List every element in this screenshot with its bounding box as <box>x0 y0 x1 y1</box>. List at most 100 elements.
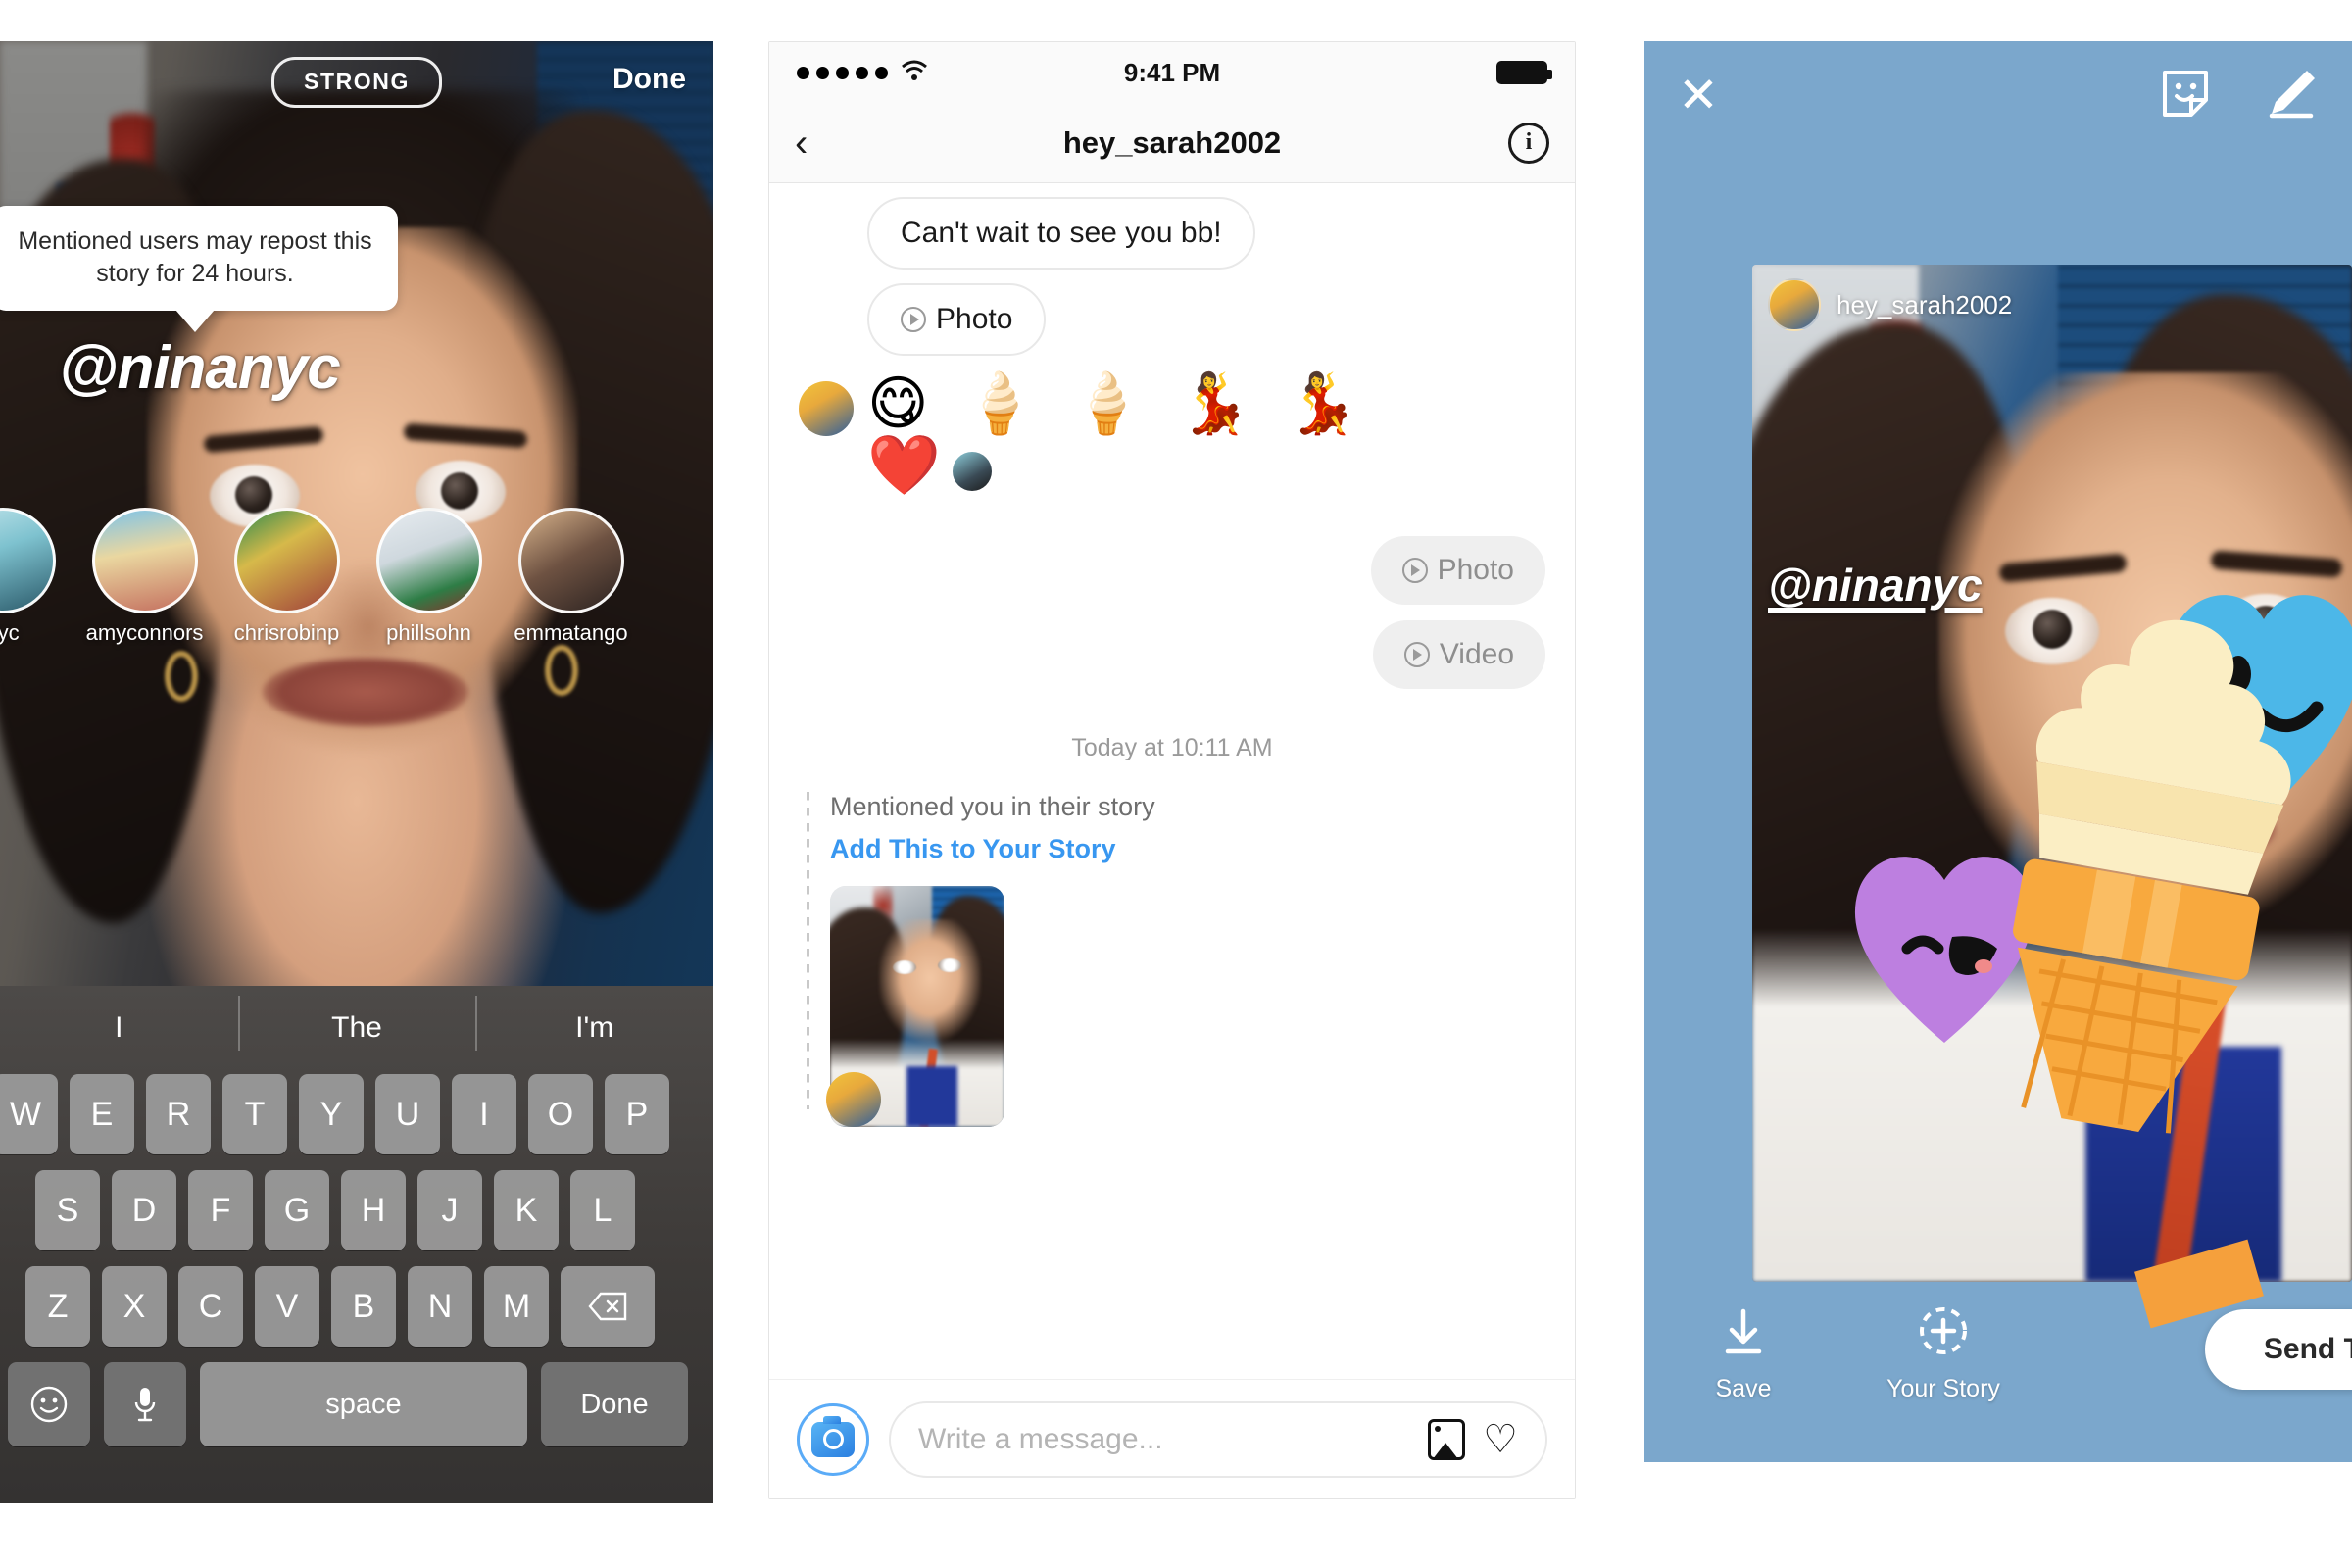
heart-icon[interactable]: ♡ <box>1483 1420 1518 1459</box>
key-g[interactable]: G <box>265 1170 329 1250</box>
thumb-eye-left <box>893 960 916 974</box>
key-z[interactable]: Z <box>25 1266 90 1347</box>
status-bar-time: 9:41 PM <box>1123 57 1221 87</box>
story-strength-badge[interactable]: STRONG <box>271 57 442 108</box>
key-y[interactable]: Y <box>299 1074 364 1154</box>
mention-sticker-text[interactable]: @ninanyc <box>1768 559 1983 612</box>
key-v[interactable]: V <box>255 1266 319 1347</box>
key-c[interactable]: C <box>178 1266 243 1347</box>
key-f[interactable]: F <box>188 1170 253 1250</box>
emoji-line-1[interactable]: 😋 🍦 🍦 💃 💃 <box>867 373 1545 435</box>
key-b[interactable]: B <box>331 1266 396 1347</box>
key-i[interactable]: I <box>452 1074 516 1154</box>
draw-pen-icon[interactable] <box>2264 67 2319 124</box>
key-o[interactable]: O <box>528 1074 593 1154</box>
message-row-outgoing: Video <box>799 620 1545 689</box>
sticker-icon[interactable] <box>2160 67 2211 124</box>
microphone-icon[interactable] <box>104 1362 186 1446</box>
mention-suggestion-row[interactable]: nyc amyconnors chrisrobinp phillsohn emm… <box>0 508 713 664</box>
message-row-outgoing: Photo <box>799 536 1545 605</box>
key-s[interactable]: S <box>35 1170 100 1250</box>
on-screen-keyboard[interactable]: I The I'm W E R T Y U I O P S D F G H J … <box>0 986 713 1503</box>
story-preview-card[interactable]: hey_sarah2002 @ninanyc <box>1752 265 2352 1282</box>
avatar <box>91 508 198 613</box>
prediction-word[interactable]: I'm <box>475 996 713 1051</box>
emoji-icon[interactable] <box>8 1362 90 1446</box>
keyboard-row-4: space Done <box>0 1362 713 1446</box>
save-button[interactable]: Save <box>1680 1303 1807 1403</box>
key-m[interactable]: M <box>484 1266 549 1347</box>
message-bubble-media[interactable]: Video <box>1372 620 1545 689</box>
message-bubble-text[interactable]: Can't wait to see you bb! <box>867 197 1255 270</box>
message-input[interactable]: Write a message... ♡ <box>889 1400 1547 1478</box>
story-done-button[interactable]: Done <box>612 63 686 96</box>
add-to-your-story-link[interactable]: Add This to Your Story <box>830 834 1155 864</box>
key-j[interactable]: J <box>417 1170 482 1250</box>
camera-icon[interactable] <box>797 1402 869 1476</box>
key-d[interactable]: D <box>112 1170 176 1250</box>
prediction-word[interactable]: I <box>0 1011 238 1045</box>
subject-pupil-right <box>441 472 478 510</box>
emoji-line-2[interactable]: ❤️ <box>867 435 1545 497</box>
mention-suggestion-item[interactable]: emmatango <box>500 508 642 646</box>
key-t[interactable]: T <box>222 1074 287 1154</box>
key-x[interactable]: X <box>102 1266 167 1347</box>
mention-suggestion-item[interactable]: nyc <box>0 508 74 646</box>
mention-suggestion-item[interactable]: amyconnors <box>74 508 216 646</box>
close-icon[interactable]: ✕ <box>1678 71 1719 120</box>
avatar <box>826 1072 881 1127</box>
keyboard-row-3: Z X C V B N M <box>0 1266 713 1347</box>
ios-status-bar: 9:41 PM <box>769 42 1575 103</box>
play-circle-icon <box>1401 558 1428 583</box>
mention-suggestion-item[interactable]: phillsohn <box>358 508 500 646</box>
key-w[interactable]: W <box>0 1074 58 1154</box>
key-e[interactable]: E <box>70 1074 134 1154</box>
key-r[interactable]: R <box>146 1074 211 1154</box>
keyboard-done-button[interactable]: Done <box>541 1362 688 1446</box>
thread-title: hey_sarah2002 <box>1062 124 1282 160</box>
avatar <box>799 381 854 436</box>
photo-library-icon[interactable] <box>1428 1418 1466 1460</box>
backspace-icon[interactable] <box>561 1266 655 1347</box>
message-media-label: Photo <box>936 303 1013 335</box>
key-u[interactable]: U <box>375 1074 440 1154</box>
key-p[interactable]: P <box>605 1074 669 1154</box>
keyboard-prediction-bar[interactable]: I The I'm <box>0 986 713 1070</box>
send-to-button[interactable]: Send To <box>2204 1309 2352 1390</box>
mention-suggestion-item[interactable]: chrisrobinp <box>216 508 358 646</box>
story-card-header: hey_sarah2002 <box>1768 278 2012 331</box>
message-row-emoji: 😋 🍦 🍦 💃 💃 ❤️ <box>799 373 1545 497</box>
message-bubble-media[interactable]: Photo <box>867 283 1047 356</box>
chevron-left-icon[interactable]: ‹ <box>795 123 808 163</box>
message-bubble-media[interactable]: Photo <box>1370 536 1545 605</box>
seen-by-avatar <box>952 452 992 491</box>
your-story-button[interactable]: Your Story <box>1880 1303 2007 1403</box>
mention-sticker-text[interactable]: @ninanyc <box>59 333 341 403</box>
story-mention-card[interactable]: Mentioned you in their story Add This to… <box>799 792 1545 1127</box>
key-l[interactable]: L <box>570 1170 635 1250</box>
subject-lips <box>263 657 468 727</box>
message-list[interactable]: Can't wait to see you bb! Photo 😋 🍦 🍦 💃 … <box>769 183 1575 1379</box>
key-k[interactable]: K <box>494 1170 559 1250</box>
emoji-heart: ❤️ <box>867 431 949 500</box>
key-space[interactable]: space <box>200 1362 527 1446</box>
play-circle-icon <box>901 307 926 332</box>
message-media-label: Photo <box>1437 554 1514 586</box>
prediction-word[interactable]: The <box>237 996 476 1051</box>
mention-suggestion-label: emmatango <box>514 620 628 645</box>
key-h[interactable]: H <box>341 1170 406 1250</box>
ice-cream-cone-sticker[interactable] <box>1984 588 2307 1142</box>
key-n[interactable]: N <box>408 1266 472 1347</box>
wifi-icon <box>900 59 929 87</box>
mention-suggestion-label: phillsohn <box>386 620 471 645</box>
thumb-face <box>879 919 981 1058</box>
message-composer[interactable]: Write a message... ♡ <box>769 1379 1575 1498</box>
keyboard-row-1: W E R T Y U I O P <box>0 1074 713 1154</box>
thread-timestamp: Today at 10:11 AM <box>1071 734 1273 761</box>
info-circle-icon[interactable]: i <box>1508 122 1549 164</box>
thread-nav-bar: ‹ hey_sarah2002 i <box>769 103 1575 183</box>
thumb-eye-right <box>938 958 961 972</box>
thumb-shirt <box>906 1066 957 1127</box>
mention-suggestion-label: chrisrobinp <box>233 620 340 645</box>
avatar <box>517 508 624 613</box>
